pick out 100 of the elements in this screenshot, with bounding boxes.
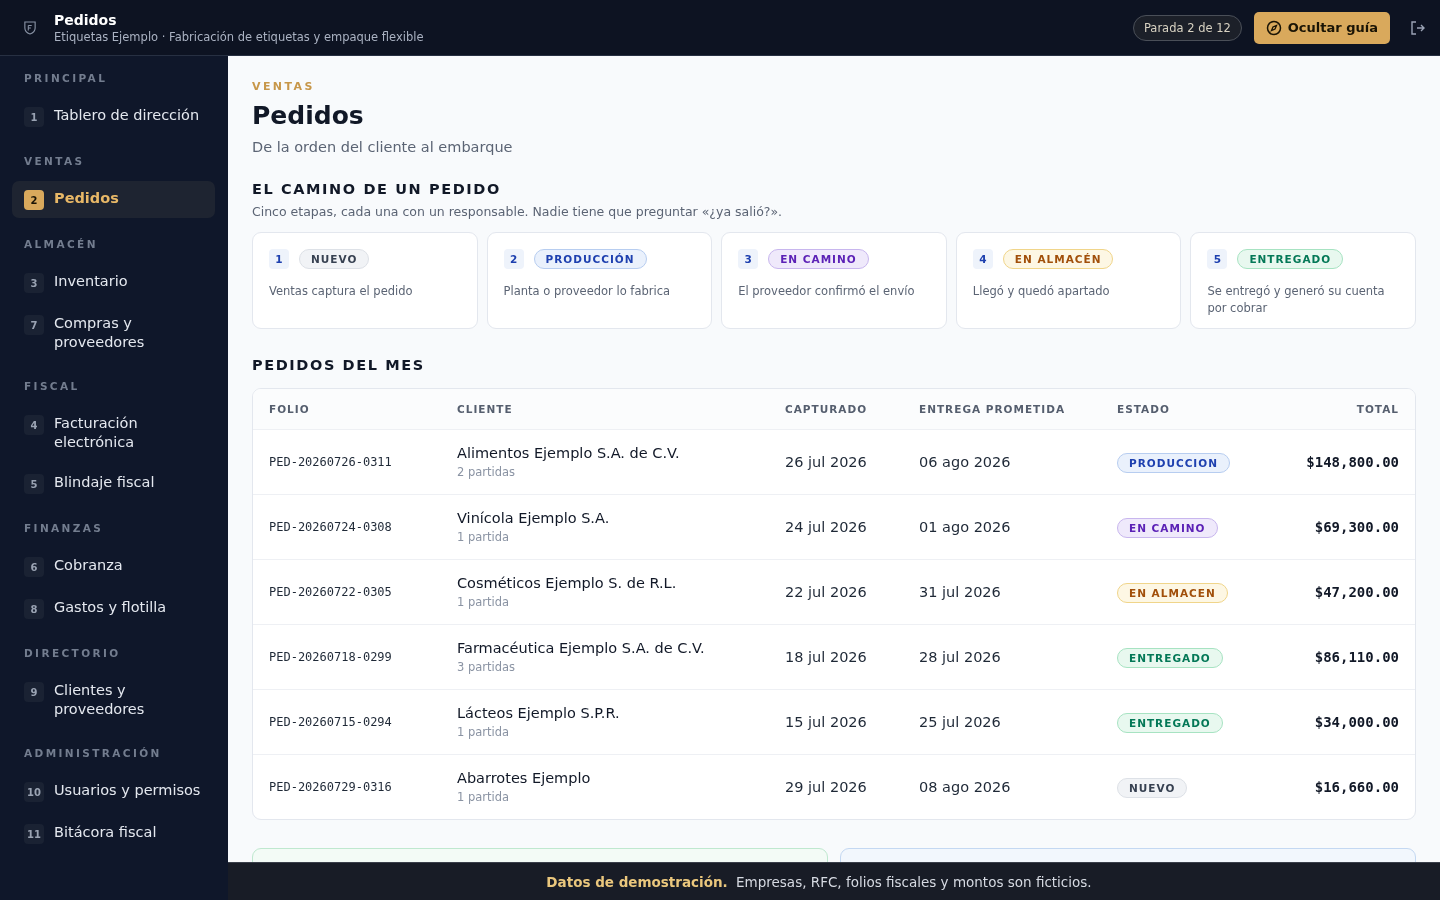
client-name: Abarrotes Ejemplo — [457, 770, 592, 786]
sidebar-item[interactable]: 8 Gastos y flotilla — [12, 590, 215, 627]
client-name: Farmacéutica Ejemplo S.A. de C.V. — [457, 640, 706, 656]
demo-notice: Datos de demostración. Empresas, RFC, folios fiscales y montos son ficticios. — [546, 873, 1092, 890]
page-title: Pedidos — [252, 101, 365, 130]
total-cell-text: $86,110.00 — [1313, 649, 1399, 665]
sidebar-section-label: PRINCIPAL — [23, 71, 109, 86]
table-row[interactable]: PED-20260722-0305 Cosméticos Ejemplo S. de R.L. 1 partida 22 jul 2026 31 jul 2026 EN ALMACEN $47,200.00 — [253, 559, 1415, 624]
sidebar-item[interactable]: 1 Tablero de dirección — [12, 98, 215, 135]
total-cell-text: $47,200.00 — [1313, 584, 1399, 600]
number-badge: 10 — [24, 782, 44, 802]
sidebar-item-label: Bitácora fiscal — [54, 823, 157, 842]
sidebar-section-label: DIRECTORIO — [23, 646, 122, 661]
table-row[interactable]: PED-20260726-0311 Alimentos Ejemplo S.A. de C.V. 2 partidas 26 jul 2026 06 ago 2026 PRODUCCION $148,800.00 — [253, 429, 1415, 494]
tour-step-badge: Parada 2 de 12 — [1132, 14, 1242, 41]
logout-icon[interactable] — [1410, 19, 1426, 36]
sidebar-item-label: Cobranza — [54, 556, 123, 575]
sidebar-item[interactable]: 9 Clientes y proveedores — [12, 673, 215, 727]
hide-guide-button[interactable]: Ocultar guía — [1253, 11, 1390, 44]
step-number: 4 — [972, 249, 993, 269]
folio-cell-text: PED-20260718-0299 — [269, 650, 393, 664]
sidebar-item-label: Usuarios y permisos — [54, 781, 201, 800]
sidebar-item[interactable]: 10 Usuarios y permisos — [12, 773, 215, 810]
section-label: VENTAS — [252, 80, 316, 93]
number-badge: 4 — [24, 415, 44, 435]
date-cell-text: 08 ago 2026 — [919, 779, 1012, 795]
column-header: FOLIO — [269, 403, 311, 415]
number-badge: 8 — [24, 599, 44, 619]
sidebar-item-label: Facturación electrónica — [54, 414, 139, 452]
status-badge: EN CAMINO — [768, 249, 869, 269]
column-header: CAPTURADO — [785, 403, 869, 415]
sidebar-item-label: Gastos y flotilla — [54, 598, 167, 617]
client-name: Vinícola Ejemplo S.A. — [457, 510, 611, 526]
date-cell-text: 31 jul 2026 — [919, 584, 1002, 600]
sidebar-item[interactable]: 7 Compras y proveedores — [12, 306, 215, 360]
total-cell-text: $34,000.00 — [1313, 714, 1399, 730]
date-cell-text: 06 ago 2026 — [919, 454, 1012, 470]
sidebar-item[interactable]: 6 Cobranza — [12, 548, 215, 585]
stage-description: Se entregó y generó su cuenta por cobrar — [1207, 283, 1386, 317]
status-badge: EN CAMINO — [1117, 517, 1218, 538]
sidebar-item-label: Inventario — [54, 272, 128, 291]
number-badge: 1 — [24, 107, 44, 127]
date-cell-text: 29 jul 2026 — [785, 779, 868, 795]
sidebar-item[interactable]: 4 Facturación electrónica — [12, 406, 215, 460]
item-count: 1 partida — [457, 725, 511, 739]
status-badge: EN ALMACÉN — [1002, 249, 1114, 269]
step-number: 3 — [738, 249, 759, 269]
item-count: 1 partida — [457, 790, 511, 804]
sidebar-item[interactable]: 3 Inventario — [12, 264, 215, 301]
folio-cell-text: PED-20260724-0308 — [269, 520, 393, 534]
date-cell-text: 22 jul 2026 — [785, 584, 868, 600]
total-cell-text: $16,660.00 — [1313, 779, 1399, 795]
compass-icon — [1265, 19, 1282, 36]
column-header: TOTAL — [1355, 403, 1399, 415]
status-badge: PRODUCCION — [1117, 452, 1230, 473]
sidebar-item-label: Clientes y proveedores — [54, 681, 146, 719]
date-cell-text: 18 jul 2026 — [785, 649, 868, 665]
status-badge: ENTREGADO — [1117, 647, 1223, 668]
number-badge: 11 — [24, 824, 44, 844]
date-cell-text: 25 jul 2026 — [919, 714, 1002, 730]
date-cell-text: 28 jul 2026 — [919, 649, 1002, 665]
folio-cell-text: PED-20260726-0311 — [269, 455, 393, 469]
item-count: 3 partidas — [457, 660, 517, 674]
status-badge: EN ALMACEN — [1117, 582, 1228, 603]
sidebar-section-label: VENTAS — [23, 154, 86, 169]
total-cell-text: $148,800.00 — [1305, 454, 1399, 470]
status-badge: NUEVO — [1117, 777, 1188, 798]
status-badge: ENTREGADO — [1117, 712, 1223, 733]
folio-cell-text: PED-20260715-0294 — [269, 715, 393, 729]
table-row[interactable]: PED-20260724-0308 Vinícola Ejemplo S.A. 1 partida 24 jul 2026 01 ago 2026 EN CAMINO $69,300.00 — [253, 494, 1415, 559]
status-badge: PRODUCCIÓN — [533, 249, 647, 269]
client-name: Alimentos Ejemplo S.A. de C.V. — [457, 445, 681, 461]
status-badge: NUEVO — [299, 249, 370, 269]
sidebar-item[interactable]: 2 Pedidos — [12, 181, 215, 218]
client-name: Cosméticos Ejemplo S. de R.L. — [457, 575, 678, 591]
sidebar-item[interactable]: 11 Bitácora fiscal — [12, 815, 215, 852]
sidebar-section-label: ALMACÉN — [23, 237, 99, 252]
table-row[interactable]: PED-20260718-0299 Farmacéutica Ejemplo S.A. de C.V. 3 partidas 18 jul 2026 28 jul 2026 ENTREGADO $86,110.00 — [253, 624, 1415, 689]
sidebar-item[interactable]: 5 Blindaje fiscal — [12, 465, 215, 502]
total-cell-text: $69,300.00 — [1313, 519, 1399, 535]
column-header: ENTREGA PROMETIDA — [919, 403, 1067, 415]
item-count: 2 partidas — [457, 465, 517, 479]
column-header: ESTADO — [1117, 403, 1171, 415]
sidebar-item-label: Pedidos — [54, 189, 119, 208]
number-badge: 3 — [24, 273, 44, 293]
number-badge: 7 — [24, 315, 44, 335]
item-count: 1 partida — [457, 595, 511, 609]
table-row[interactable]: PED-20260715-0294 Lácteos Ejemplo S.P.R. 1 partida 15 jul 2026 25 jul 2026 ENTREGADO $34,000.00 — [253, 689, 1415, 754]
item-count: 1 partida — [457, 530, 511, 544]
sidebar-section-label: ADMINISTRACIÓN — [23, 746, 163, 761]
table-row[interactable]: PED-20260729-0316 Abarrotes Ejemplo 1 partida 29 jul 2026 08 ago 2026 NUEVO $16,660.00 — [253, 754, 1415, 819]
section-heading: PEDIDOS DEL MES — [252, 357, 426, 373]
number-badge: 2 — [24, 190, 44, 210]
stage-description: Ventas captura el pedido — [269, 283, 414, 300]
app-subtitle: Etiquetas Ejemplo · Fabricación de etiquetas y empaque flexible — [54, 29, 424, 44]
folio-cell-text: PED-20260729-0316 — [269, 780, 393, 794]
step-number: 5 — [1207, 249, 1228, 269]
shield-icon — [24, 20, 36, 35]
sidebar-section-label: FISCAL — [23, 379, 81, 394]
stage-description: Planta o proveedor lo fabrica — [503, 283, 672, 300]
